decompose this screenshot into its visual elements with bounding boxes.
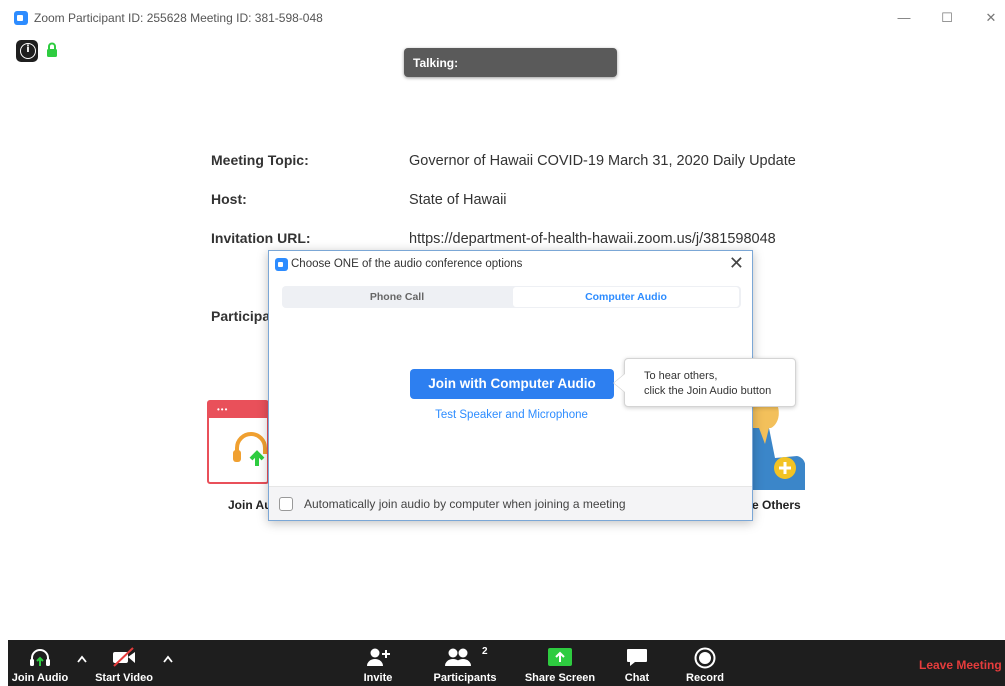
chevron-up-icon[interactable] xyxy=(162,654,174,664)
invitation-url-label: Invitation URL: xyxy=(211,230,311,246)
invite-others-card-label: e Others xyxy=(752,498,801,512)
headphone-icon xyxy=(30,649,50,666)
participants-count-badge: 2 xyxy=(482,646,488,657)
maximize-button[interactable]: ☐ xyxy=(936,8,958,28)
leave-meeting-button[interactable]: Leave Meeting xyxy=(919,658,1002,672)
invite-label: Invite xyxy=(363,672,393,684)
add-user-icon xyxy=(367,648,390,666)
join-audio-label: Join Audio xyxy=(11,672,69,684)
participant-id-label: Participa xyxy=(211,308,271,324)
minimize-button[interactable]: — xyxy=(893,8,915,28)
meeting-toolbar: Join Audio Start Video Invite Participan… xyxy=(8,640,1005,686)
tooltip-line-1: To hear others, xyxy=(644,370,718,382)
participants-icon xyxy=(445,648,471,666)
join-audio-card[interactable]: ••• xyxy=(207,400,269,484)
dialog-close-button[interactable]: ✕ xyxy=(729,253,744,274)
record-button[interactable]: Record xyxy=(680,640,730,686)
auto-join-checkbox[interactable] xyxy=(279,497,293,511)
invite-others-icon[interactable] xyxy=(753,398,805,490)
audio-tabs: Phone Call Computer Audio xyxy=(282,286,741,308)
auto-join-label[interactable]: Automatically join audio by computer whe… xyxy=(304,497,626,511)
chevron-up-icon[interactable] xyxy=(76,654,88,664)
record-icon xyxy=(694,647,716,669)
zoom-dialog-icon xyxy=(275,258,288,271)
join-audio-card-label: Join Au xyxy=(228,498,272,512)
close-window-button[interactable]: ✕ xyxy=(980,8,1002,28)
host-value: State of Hawaii xyxy=(409,192,507,208)
dialog-title: Choose ONE of the audio conference optio… xyxy=(291,258,523,270)
test-speaker-microphone-link[interactable]: Test Speaker and Microphone xyxy=(269,409,754,421)
tooltip-arrow xyxy=(614,374,625,392)
lock-icon[interactable] xyxy=(46,42,58,58)
join-computer-audio-button[interactable]: Join with Computer Audio xyxy=(410,369,614,399)
invite-button[interactable]: Invite xyxy=(353,640,403,686)
invitation-url-value[interactable]: https://department-of-health-hawaii.zoom… xyxy=(409,231,776,247)
participants-button[interactable]: Participants xyxy=(430,640,500,686)
tab-computer-audio[interactable]: Computer Audio xyxy=(513,287,739,307)
talking-indicator: Talking: xyxy=(404,48,617,77)
start-video-label: Start Video xyxy=(95,672,153,684)
share-screen-button[interactable]: Share Screen xyxy=(522,640,598,686)
chat-icon xyxy=(627,649,647,666)
record-label: Record xyxy=(686,672,724,684)
join-audio-tooltip: To hear others, click the Join Audio but… xyxy=(624,358,796,407)
zoom-app-icon xyxy=(14,11,28,25)
window-title: Zoom Participant ID: 255628 Meeting ID: … xyxy=(34,11,323,25)
chat-button[interactable]: Chat xyxy=(616,640,658,686)
share-screen-icon xyxy=(548,648,572,666)
meeting-topic-label: Meeting Topic: xyxy=(211,152,309,168)
meeting-info-icon[interactable] xyxy=(16,40,38,62)
video-off-icon xyxy=(113,647,135,667)
host-label: Host: xyxy=(211,191,247,207)
card-title-bar: ••• xyxy=(209,402,267,418)
dialog-footer: Automatically join audio by computer whe… xyxy=(269,486,752,520)
meeting-topic-value: Governor of Hawaii COVID-19 March 31, 20… xyxy=(409,153,796,169)
share-screen-label: Share Screen xyxy=(524,672,596,684)
headphone-icon xyxy=(233,432,267,466)
participants-label: Participants xyxy=(433,672,497,684)
tooltip-line-2: click the Join Audio button xyxy=(644,385,772,397)
tab-phone-call[interactable]: Phone Call xyxy=(282,286,512,308)
title-bar: Zoom Participant ID: 255628 Meeting ID: … xyxy=(0,0,1005,36)
join-audio-button[interactable]: Join Audio xyxy=(8,640,72,686)
chat-label: Chat xyxy=(624,672,650,684)
start-video-button[interactable]: Start Video xyxy=(92,640,156,686)
